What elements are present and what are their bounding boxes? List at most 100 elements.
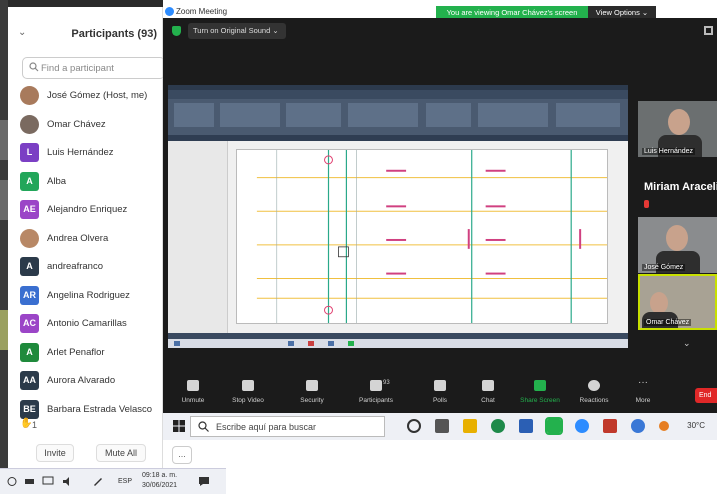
participant-search-input[interactable]: Find a participant — [22, 57, 165, 79]
microphone-muted-icon — [187, 380, 199, 391]
invite-button[interactable]: Invite — [36, 444, 74, 462]
taskbar-search-input[interactable]: Escribe aquí para buscar — [190, 416, 385, 437]
participant-row[interactable]: AC Antonio Camarillas — [8, 310, 163, 339]
participants-count: 93 — [383, 380, 390, 386]
participant-name: José Gómez (Host, me) — [47, 90, 148, 101]
participants-button[interactable]: 93 Participants — [351, 380, 401, 412]
clock[interactable]: 09:18 a. m. 30/06/2021 — [142, 471, 177, 491]
chat-button[interactable]: Chat — [463, 380, 513, 412]
original-sound-button[interactable]: Turn on Original Sound ⌄ — [188, 23, 286, 39]
raised-hand-count: 1 — [32, 420, 38, 430]
participant-row[interactable]: AA Aurora Alvarado — [8, 367, 163, 396]
video-tile-speaker-name[interactable]: Miriam Araceli — [638, 173, 717, 214]
task-view-icon[interactable] — [435, 419, 449, 433]
zoom-app-icon[interactable] — [575, 419, 589, 433]
share-app-icon[interactable] — [545, 417, 563, 435]
share-screen-label: Share Screen — [520, 397, 560, 404]
participant-row[interactable]: AR Angelina Rodriguez — [8, 282, 163, 311]
notification-icon[interactable] — [198, 476, 210, 487]
pen-icon[interactable] — [92, 476, 104, 487]
ribbon-group — [426, 103, 471, 127]
security-label: Security — [300, 397, 324, 404]
participant-name: Aurora Alvarado — [47, 375, 116, 386]
powerpoint-icon[interactable] — [603, 419, 617, 433]
participants-label: Participants — [359, 397, 393, 404]
background-thumbnail — [0, 120, 8, 160]
zoom-logo-icon — [165, 7, 174, 16]
participant-face — [668, 109, 690, 135]
volume-icon[interactable] — [62, 476, 74, 487]
participant-row[interactable]: José Gómez (Host, me) — [8, 82, 163, 111]
video-tile-luis[interactable]: Luis Hernández — [638, 101, 717, 157]
avatar: AR — [20, 285, 39, 305]
mute-all-button[interactable]: Mute All — [96, 444, 146, 462]
unmute-button[interactable]: Unmute — [168, 380, 218, 412]
reactions-button[interactable]: Reactions — [569, 380, 619, 412]
chevron-down-icon[interactable]: ⌄ — [683, 338, 691, 349]
ellipsis-icon: ··· — [638, 377, 648, 388]
file-explorer-icon[interactable] — [463, 419, 477, 433]
participant-row[interactable]: Omar Chávez — [8, 111, 163, 140]
video-tile-label: Omar Chávez — [644, 319, 692, 326]
participant-name: Alejandro Enriquez — [47, 204, 128, 215]
security-button[interactable]: Security — [287, 380, 337, 412]
tray-app-icon[interactable] — [6, 476, 18, 487]
windows-start-icon[interactable] — [173, 420, 185, 432]
polls-button[interactable]: Polls — [415, 380, 465, 412]
share-screen-button[interactable]: Share Screen — [515, 380, 565, 412]
cortana-icon[interactable] — [407, 419, 421, 433]
search-placeholder: Find a participant — [41, 63, 114, 74]
share-arrow-icon — [534, 380, 546, 391]
grid-view-icon[interactable] — [704, 26, 713, 35]
participants-title: Participants (93) — [71, 28, 157, 40]
speaker-name: Miriam Araceli — [644, 181, 717, 193]
cad-floor-plan — [236, 149, 608, 324]
participant-row[interactable]: A Alba — [8, 168, 163, 197]
background-thumbnail — [0, 180, 8, 220]
people-icon — [370, 380, 382, 391]
video-tile-jose[interactable]: José Gómez — [638, 217, 717, 273]
weather-temperature[interactable]: 30°C — [687, 421, 705, 430]
shield-icon — [306, 380, 318, 391]
participant-name: Luis Hernández — [47, 147, 114, 158]
ribbon-group — [220, 103, 280, 127]
unmute-label: Unmute — [181, 397, 205, 404]
reactions-label: Reactions — [579, 397, 609, 404]
display-icon[interactable] — [42, 476, 54, 487]
participant-row[interactable]: Andrea Olvera — [8, 225, 163, 254]
stop-video-button[interactable]: Stop Video — [223, 380, 273, 412]
participant-name: Omar Chávez — [47, 118, 106, 130]
weather-icon[interactable] — [659, 421, 669, 431]
edge-icon[interactable] — [631, 419, 645, 433]
participants-list: José Gómez (Host, me) Omar Chávez L Luis He… — [8, 82, 163, 424]
more-button[interactable]: ··· More — [618, 377, 668, 412]
chrome-icon[interactable] — [491, 419, 505, 433]
word-icon[interactable] — [519, 419, 533, 433]
background-window-edge — [0, 0, 8, 494]
stop-video-label: Stop Video — [232, 397, 264, 404]
participant-row[interactable]: A Arlet Penaflor — [8, 339, 163, 368]
shared-taskbar-icon — [328, 341, 334, 346]
ribbon-group — [286, 103, 341, 127]
avatar: L — [20, 143, 39, 162]
end-meeting-button[interactable]: End — [695, 388, 717, 403]
taskbar-tray: ESP 09:18 a. m. 30/06/2021 — [0, 468, 226, 494]
participants-more-button[interactable]: ... — [172, 446, 192, 464]
language-indicator[interactable]: ESP — [118, 478, 132, 485]
participant-name: Angelina Rodriguez — [47, 289, 130, 301]
shield-icon[interactable] — [172, 26, 181, 36]
chat-label: Chat — [481, 397, 495, 404]
participant-face — [666, 225, 688, 251]
participants-footer: ✋ 1 Invite Mute All — [8, 416, 163, 468]
panel-top-edge — [8, 0, 163, 7]
cad-drawing-area — [168, 141, 628, 333]
participant-row[interactable]: AE Alejandro Enriquez — [8, 196, 163, 225]
shared-screen[interactable] — [168, 85, 628, 348]
shared-taskbar-icon — [348, 341, 354, 346]
chevron-down-icon[interactable]: ⌄ — [18, 27, 26, 38]
avatar — [20, 86, 39, 105]
battery-icon[interactable] — [24, 476, 36, 487]
participant-row[interactable]: Aandreafranco — [8, 253, 163, 282]
participant-row[interactable]: L Luis Hernández — [8, 139, 163, 168]
video-tile-omar[interactable]: Omar Chávez — [638, 274, 717, 330]
